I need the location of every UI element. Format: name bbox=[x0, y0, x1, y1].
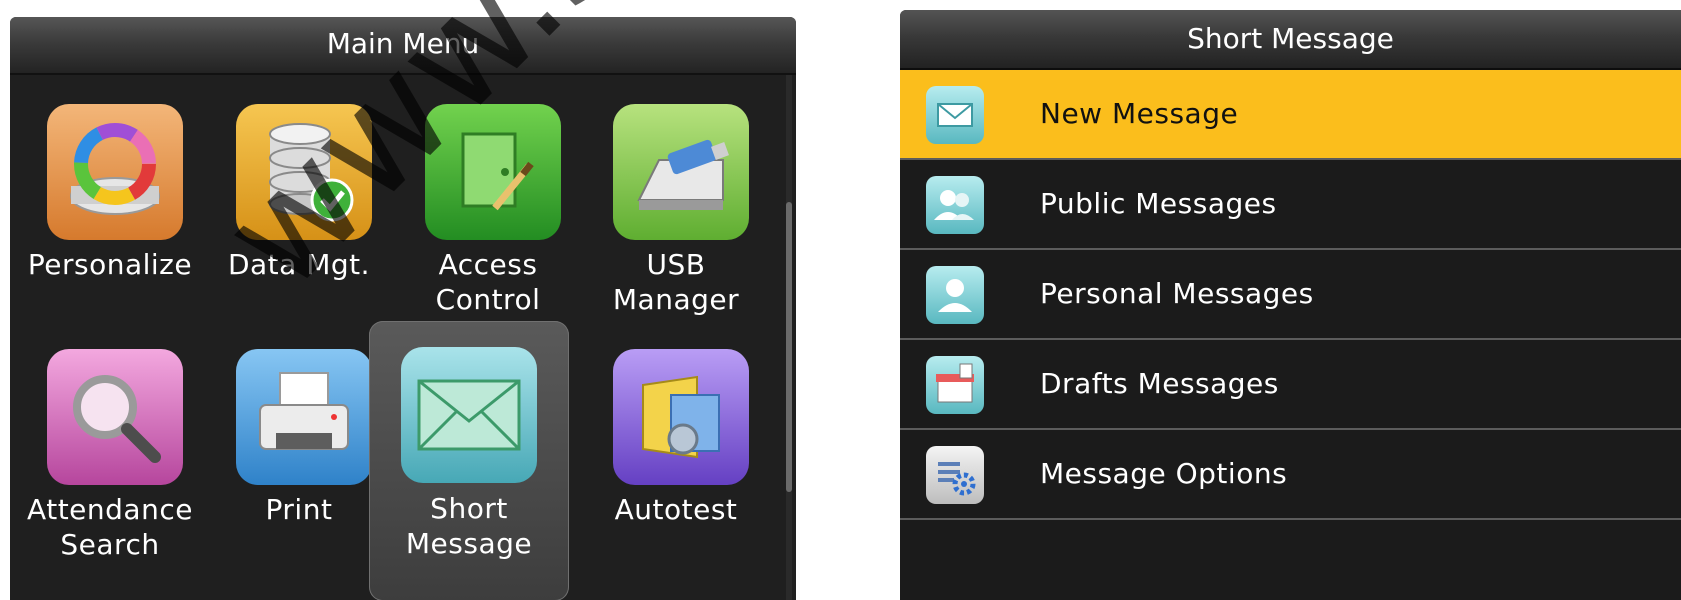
database-icon bbox=[236, 104, 372, 240]
menu-row-label: Public Messages bbox=[1040, 187, 1277, 220]
envelope-icon bbox=[401, 347, 537, 483]
menu-item-label: USB Manager bbox=[612, 248, 740, 316]
menu-row-message-options[interactable]: Message Options bbox=[900, 430, 1681, 520]
menu-item-access-control[interactable]: Access Control bbox=[404, 87, 572, 347]
short-message-panel: Short Message New Message Public Message… bbox=[900, 10, 1681, 600]
access-control-icon bbox=[425, 104, 561, 240]
menu-item-label: Data Mgt. bbox=[227, 248, 371, 281]
main-menu-panel: Main Menu Personalize Data Mgt. Access C… bbox=[10, 17, 796, 600]
menu-item-autotest[interactable]: Autotest bbox=[592, 332, 760, 592]
menu-row-personal-messages[interactable]: Personal Messages bbox=[900, 250, 1681, 340]
menu-row-label: Personal Messages bbox=[1040, 277, 1314, 310]
menu-item-print[interactable]: Print bbox=[215, 332, 383, 592]
menu-row-drafts-messages[interactable]: Drafts Messages bbox=[900, 340, 1681, 430]
menu-row-label: New Message bbox=[1040, 97, 1239, 130]
menu-item-short-message[interactable]: Short Message bbox=[369, 321, 569, 600]
menu-row-new-message[interactable]: New Message bbox=[900, 70, 1681, 160]
menu-item-label: Access Control bbox=[435, 248, 541, 316]
menu-item-personalize[interactable]: Personalize bbox=[26, 87, 194, 347]
menu-item-label: Autotest bbox=[614, 493, 738, 526]
short-message-title: Short Message bbox=[900, 10, 1681, 70]
menu-row-label: Message Options bbox=[1040, 457, 1288, 490]
menu-item-label: Attendance Search bbox=[27, 493, 193, 561]
menu-item-label: Print bbox=[265, 493, 333, 526]
personalize-icon bbox=[47, 104, 183, 240]
magnifier-icon bbox=[47, 349, 183, 485]
menu-row-public-messages[interactable]: Public Messages bbox=[900, 160, 1681, 250]
menu-item-data-mgt[interactable]: Data Mgt. bbox=[215, 87, 383, 347]
options-icon bbox=[926, 446, 984, 504]
printer-icon bbox=[236, 349, 372, 485]
drafts-icon bbox=[926, 356, 984, 414]
menu-item-usb-manager[interactable]: USB Manager bbox=[592, 87, 760, 347]
menu-item-attendance-search[interactable]: Attendance Search bbox=[26, 332, 194, 592]
new-message-icon bbox=[926, 86, 984, 144]
main-menu-title: Main Menu bbox=[10, 17, 796, 75]
usb-drive-icon bbox=[613, 104, 749, 240]
scrollbar-thumb[interactable] bbox=[786, 202, 792, 492]
menu-item-label: Short Message bbox=[405, 492, 533, 560]
public-messages-icon bbox=[926, 176, 984, 234]
autotest-icon bbox=[613, 349, 749, 485]
personal-messages-icon bbox=[926, 266, 984, 324]
menu-row-label: Drafts Messages bbox=[1040, 367, 1279, 400]
menu-item-label: Personalize bbox=[27, 248, 193, 281]
